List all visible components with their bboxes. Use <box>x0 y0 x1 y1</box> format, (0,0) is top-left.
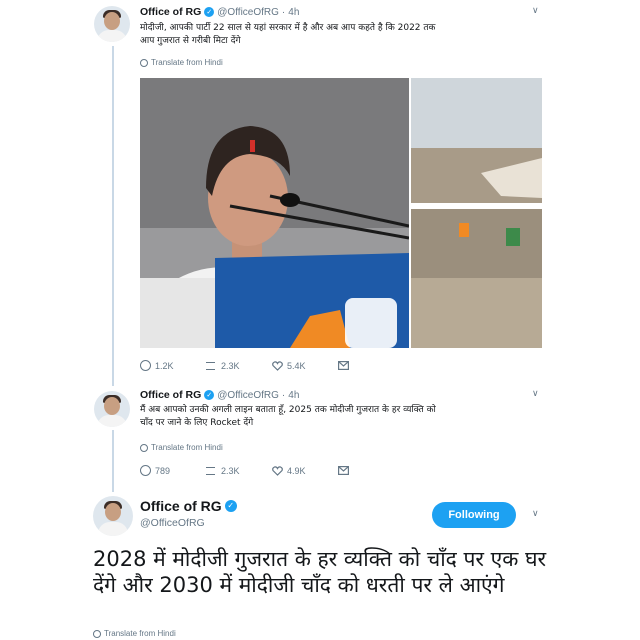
author-name[interactable]: Office of RG <box>140 6 201 18</box>
retweet-button[interactable]: 2.3K <box>206 465 272 476</box>
heart-icon <box>272 360 283 371</box>
tweet-text-line: चाँद पर जाने के लिए Rocket देंगे <box>140 418 254 428</box>
tweet-actions: 789 2.3K 4.9K <box>140 465 404 476</box>
translate-link[interactable]: Translate from Hindi <box>93 629 176 638</box>
like-count: 4.9K <box>287 465 306 476</box>
avatar[interactable] <box>94 391 130 427</box>
tweet-actions: 1.2K 2.3K 5.4K <box>140 360 404 371</box>
verified-badge-icon: ✓ <box>224 500 237 512</box>
separator-dot: · <box>281 389 286 401</box>
author-handle[interactable]: @OfficeOfRG <box>217 390 279 401</box>
tweet-text: मैं अब आपको उनकी अगली लाइन बताता हूँ, 20… <box>140 404 550 430</box>
tweet-header: Office of RG ✓ <box>140 498 237 514</box>
tweet-text: मोदीजी, आपकी पार्टी 22 साल से यहां सरकार… <box>140 22 540 48</box>
reply-count: 1.2K <box>155 360 174 371</box>
tweet-text-line: मैं अब आपको उनकी अगली लाइन बताता हूँ, 20… <box>140 405 436 415</box>
reply-icon <box>140 465 151 476</box>
crowd-photo-graphic <box>411 78 542 348</box>
heart-icon <box>272 465 283 476</box>
following-button[interactable]: Following <box>432 502 516 528</box>
like-button[interactable]: 5.4K <box>272 361 338 371</box>
retweet-count: 2.3K <box>221 465 240 476</box>
tweet-2: Office of RG ✓ @OfficeOfRG · 4h ∨ मैं अब… <box>0 385 640 485</box>
tweet-text-line: मोदीजी, आपकी पार्टी 22 साल से यहां सरकार… <box>140 23 436 33</box>
verified-badge-icon: ✓ <box>204 7 215 17</box>
chevron-down-icon[interactable]: ∨ <box>532 6 539 16</box>
globe-icon <box>140 443 148 452</box>
retweet-button[interactable]: 2.3K <box>206 360 272 371</box>
chevron-down-icon[interactable]: ∨ <box>532 389 539 399</box>
retweet-icon <box>206 465 217 476</box>
tweet-header: Office of RG ✓ @OfficeOfRG · 4h <box>140 389 299 401</box>
tweet-header: Office of RG ✓ @OfficeOfRG · 4h <box>140 6 299 18</box>
tweet-text: 2028 में मोदीजी गुजरात के हर व्यक्ति को … <box>93 547 547 597</box>
avatar[interactable] <box>94 6 130 42</box>
reply-button[interactable]: 789 <box>140 465 206 476</box>
tweet-time[interactable]: 4h <box>288 390 299 401</box>
like-count: 5.4K <box>287 360 306 371</box>
author-handle[interactable]: @OfficeOfRG <box>140 517 205 529</box>
separator-dot: · <box>281 6 286 18</box>
message-button[interactable] <box>338 361 404 370</box>
chevron-down-icon[interactable]: ∨ <box>532 509 539 519</box>
tweet-text-line: आप गुजरात से गरीबी मिटा देंगे <box>140 36 241 46</box>
translate-label: Translate from Hindi <box>151 443 223 452</box>
translate-link[interactable]: Translate from Hindi <box>140 58 223 67</box>
verified-badge-icon: ✓ <box>204 390 215 400</box>
tweet-photo-speaker[interactable] <box>140 78 409 348</box>
translate-label: Translate from Hindi <box>151 58 223 67</box>
translate-link[interactable]: Translate from Hindi <box>140 443 223 452</box>
envelope-icon <box>338 466 349 475</box>
retweet-count: 2.3K <box>221 360 240 371</box>
avatar[interactable] <box>93 496 133 536</box>
retweet-icon <box>206 360 217 371</box>
tweet-photo-crowd[interactable] <box>411 78 542 348</box>
author-name[interactable]: Office of RG <box>140 498 222 514</box>
like-button[interactable]: 4.9K <box>272 466 338 476</box>
globe-icon <box>140 58 148 67</box>
translate-label: Translate from Hindi <box>104 629 176 638</box>
tweet-time[interactable]: 4h <box>288 7 299 18</box>
speaker-photo-graphic <box>140 78 409 348</box>
reply-count: 789 <box>155 465 171 476</box>
author-name[interactable]: Office of RG <box>140 389 201 401</box>
globe-icon <box>93 629 101 638</box>
reply-icon <box>140 360 151 371</box>
reply-button[interactable]: 1.2K <box>140 360 206 371</box>
tweet-1: Office of RG ✓ @OfficeOfRG · 4h ∨ मोदीजी… <box>0 0 640 380</box>
message-button[interactable] <box>338 466 404 475</box>
author-handle[interactable]: @OfficeOfRG <box>217 7 279 18</box>
envelope-icon <box>338 361 349 370</box>
